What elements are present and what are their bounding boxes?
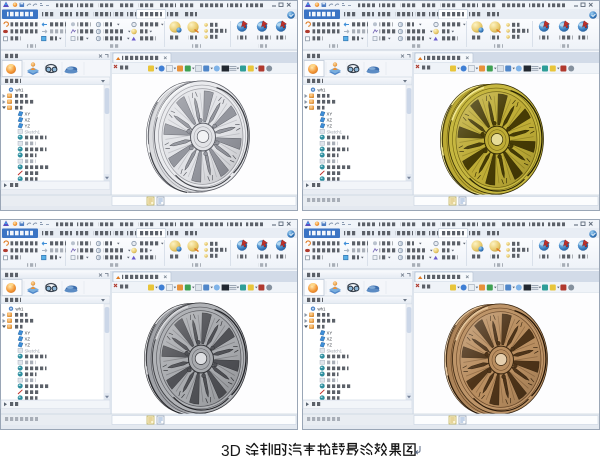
svg-text:YZ: YZ xyxy=(25,342,31,347)
svg-text:3D: 3D xyxy=(221,443,241,460)
svg-text:wh1: wh1 xyxy=(318,88,326,93)
svg-text:YZ: YZ xyxy=(25,123,31,128)
svg-text:Sketch1: Sketch1 xyxy=(327,348,343,353)
svg-text:YZ: YZ xyxy=(327,342,333,347)
svg-text:XY: XY xyxy=(327,330,333,335)
svg-text:Sketch1: Sketch1 xyxy=(25,129,41,134)
svg-text:Sketch1: Sketch1 xyxy=(25,348,41,353)
svg-text:Sketch1: Sketch1 xyxy=(327,129,343,134)
svg-text:XZ: XZ xyxy=(25,117,31,122)
svg-text:wh1: wh1 xyxy=(16,88,24,93)
svg-text:XY: XY xyxy=(25,330,31,335)
svg-text:wh1: wh1 xyxy=(318,307,326,312)
svg-text:XZ: XZ xyxy=(25,336,31,341)
svg-text:YZ: YZ xyxy=(327,123,333,128)
svg-text:wh1: wh1 xyxy=(16,307,24,312)
svg-text:XZ: XZ xyxy=(327,336,333,341)
svg-text:XY: XY xyxy=(25,111,31,116)
svg-text:XY: XY xyxy=(327,111,333,116)
svg-text:XZ: XZ xyxy=(327,117,333,122)
